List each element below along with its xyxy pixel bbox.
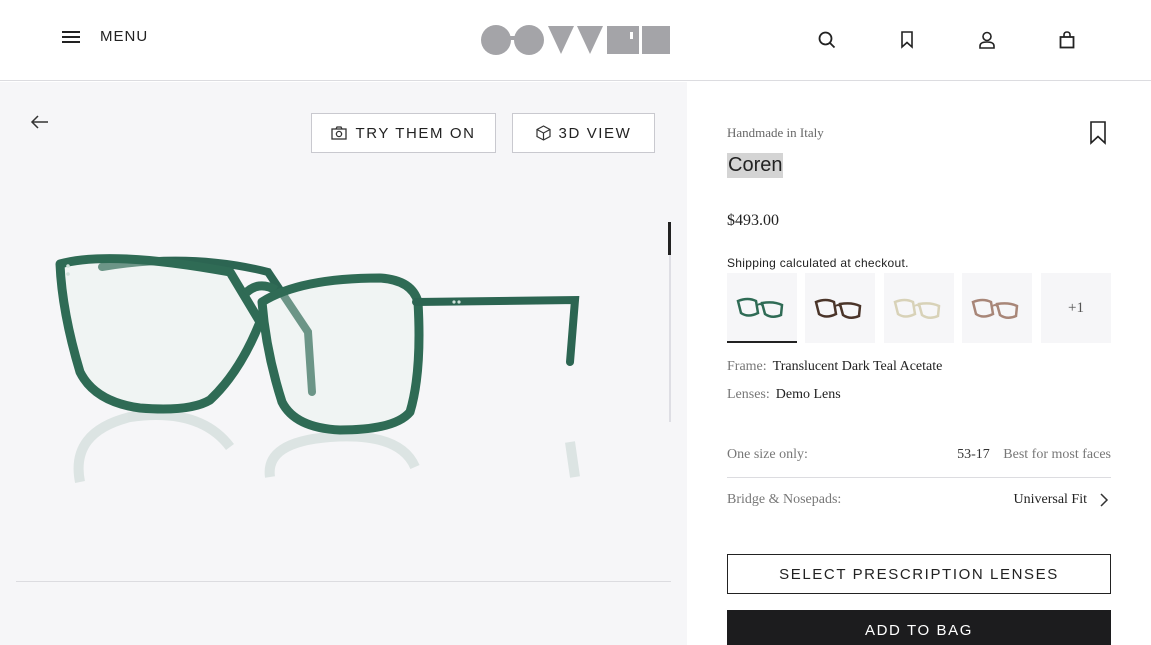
gallery-scrollbar[interactable] [668, 222, 671, 422]
product-image [55, 254, 580, 483]
size-label: One size only: [727, 447, 808, 462]
shipping-note: Shipping calculated at checkout. [727, 256, 909, 270]
bag-icon[interactable] [1055, 28, 1079, 52]
bridge-label: Bridge & Nosepads: [727, 492, 842, 507]
size-row: One size only: 53-17 Best for most faces [727, 447, 1111, 463]
bridge-row[interactable]: Bridge & Nosepads: Universal Fit [727, 492, 1111, 508]
swatch-rose[interactable] [962, 273, 1032, 343]
3d-view-button[interactable]: 3D VIEW [512, 113, 655, 153]
try-them-on-button[interactable]: TRY THEM ON [311, 113, 496, 153]
product-gallery: TRY THEM ON 3D VIEW [0, 82, 687, 645]
swatch-glasses-image [893, 298, 941, 319]
select-prescription-lenses-button[interactable]: SELECT PRESCRIPTION LENSES [727, 554, 1111, 594]
camera-icon [331, 126, 348, 140]
back-arrow-icon[interactable] [28, 110, 52, 134]
row-divider [727, 477, 1111, 478]
gallery-thumbnail-area [0, 582, 687, 645]
add-to-bag-button[interactable]: ADD TO BAG [727, 610, 1111, 645]
lenses-spec: Lenses: Demo Lens [727, 387, 841, 403]
save-bookmark-icon[interactable] [1089, 120, 1109, 146]
product-details-panel: Handmade in Italy Coren $493.00 Shipping… [687, 82, 1151, 645]
account-icon[interactable] [975, 28, 999, 52]
swatch-dark-teal[interactable] [727, 273, 797, 343]
3d-view-label: 3D VIEW [558, 124, 632, 142]
more-swatches-button[interactable]: +1 [1041, 273, 1111, 343]
search-icon[interactable] [815, 28, 839, 52]
gallery-scroll-thumb[interactable] [668, 222, 671, 255]
swatch-glasses-image [736, 297, 784, 318]
try-them-on-label: TRY THEM ON [355, 124, 476, 142]
bridge-info: Universal Fit [1014, 492, 1112, 508]
frame-value: Translucent Dark Teal Acetate [772, 359, 943, 374]
size-note: Best for most faces [1003, 447, 1111, 462]
site-header: MENU [0, 0, 1151, 81]
frame-spec: Frame: Translucent Dark Teal Acetate [727, 359, 942, 375]
frame-label: Frame: [727, 359, 767, 374]
bridge-value: Universal Fit [1013, 492, 1088, 507]
product-name: Coren [727, 153, 784, 178]
swatch-clear[interactable] [884, 273, 954, 343]
chevron-right-icon [1100, 493, 1109, 507]
gallery-divider [16, 581, 671, 582]
swatch-glasses-image [971, 298, 1019, 319]
lenses-label: Lenses: [727, 387, 770, 402]
color-swatches: +1 [727, 273, 1111, 345]
swatch-glasses-image [814, 298, 862, 319]
size-value: 53-17 [957, 447, 990, 462]
lenses-value: Demo Lens [775, 387, 841, 402]
more-swatches-count: +1 [1068, 299, 1084, 316]
swatch-brown[interactable] [805, 273, 875, 343]
product-price: $493.00 [727, 212, 779, 229]
size-info: 53-17 Best for most faces [957, 447, 1111, 463]
origin-label: Handmade in Italy [727, 125, 824, 140]
bookmark-icon[interactable] [895, 28, 919, 52]
cube-icon [535, 125, 551, 141]
